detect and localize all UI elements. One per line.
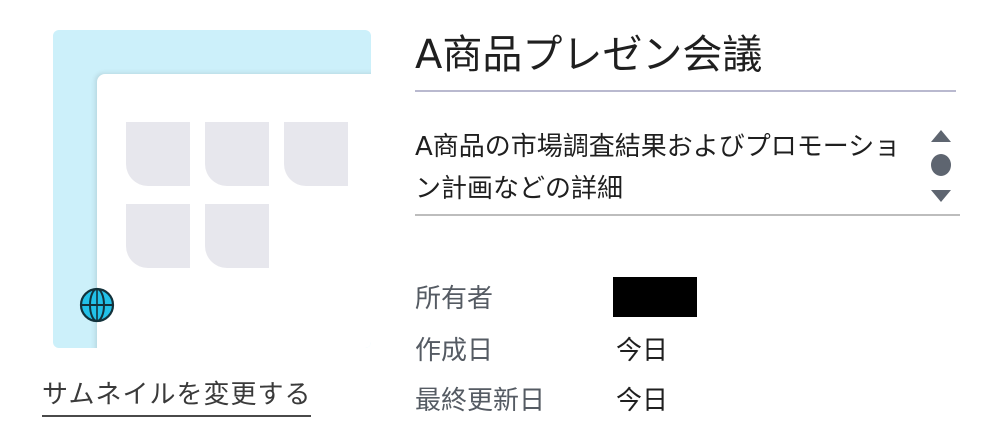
updated-label: 最終更新日	[415, 386, 546, 416]
presentation-title[interactable]: A商品プレゼン会議	[415, 22, 956, 92]
layout-tile	[126, 204, 190, 268]
layout-tile	[126, 122, 190, 186]
created-label: 作成日	[415, 336, 494, 366]
scrollbar-thumb[interactable]	[931, 154, 951, 176]
globe-icon	[79, 287, 115, 323]
layout-tile	[205, 122, 269, 186]
scroll-up-arrow-icon[interactable]	[931, 130, 951, 142]
change-thumbnail-link[interactable]: サムネイルを変更する	[42, 374, 312, 417]
layout-tile	[205, 204, 269, 268]
owner-value-redacted	[613, 277, 697, 317]
description-field[interactable]: A商品の市場調査結果およびプロモーション計画などの詳細	[415, 126, 960, 216]
created-value: 今日	[616, 336, 669, 366]
description-text[interactable]: A商品の市場調査結果およびプロモーション計画などの詳細	[415, 126, 920, 210]
updated-value: 今日	[616, 386, 669, 416]
owner-label: 所有者	[415, 284, 494, 314]
layout-tile	[284, 122, 348, 186]
scroll-down-arrow-icon[interactable]	[931, 190, 951, 202]
slide-preview	[97, 74, 371, 348]
